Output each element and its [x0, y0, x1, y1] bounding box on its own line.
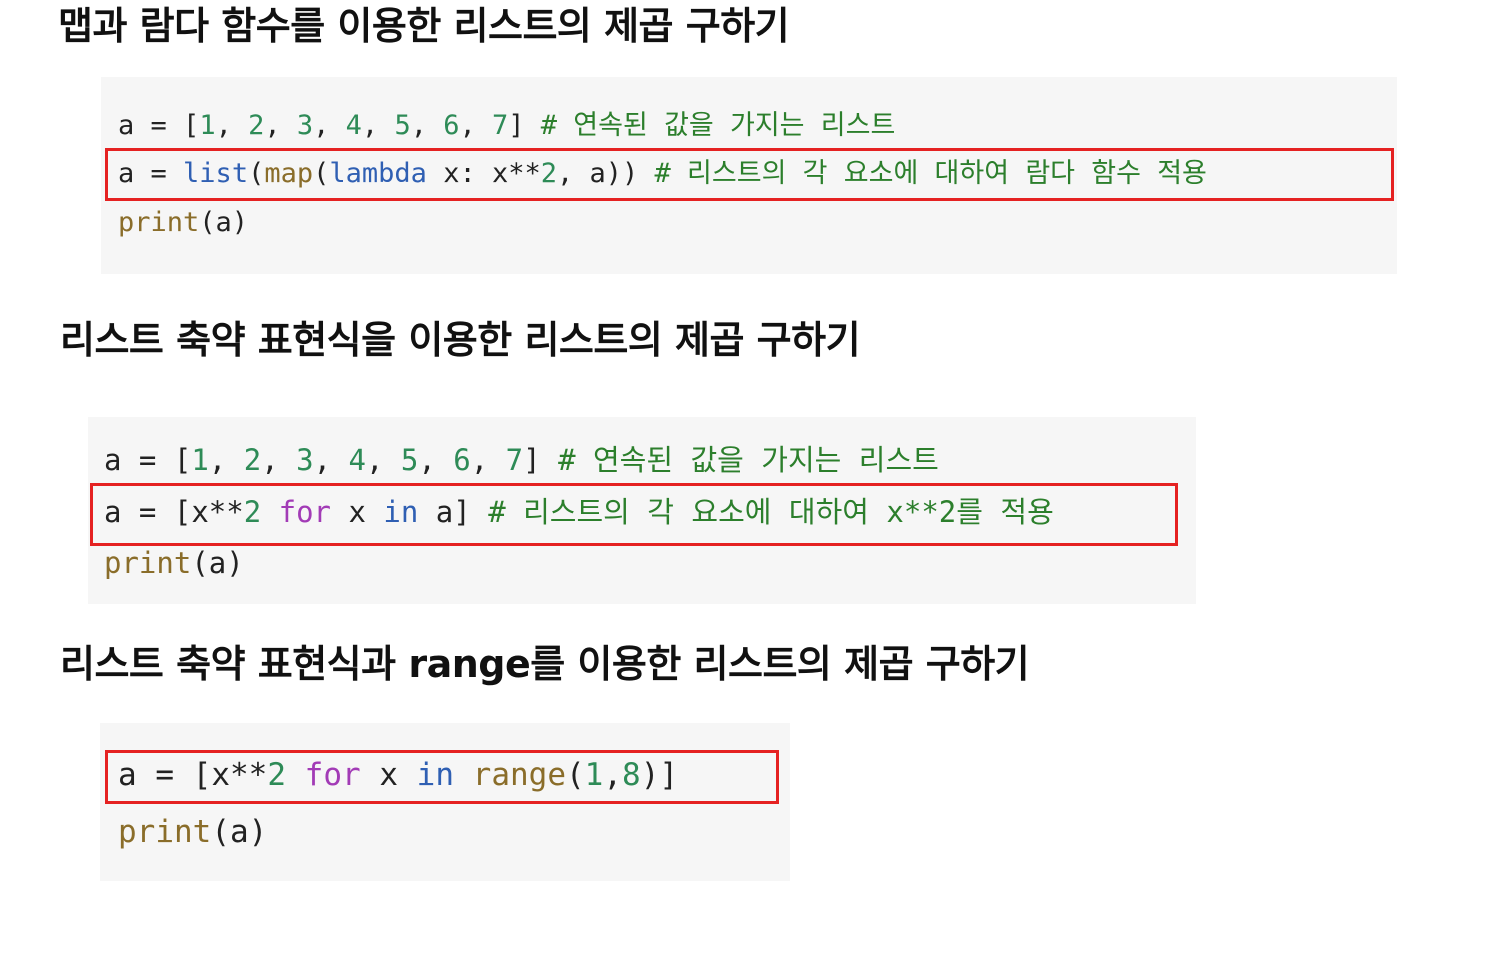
code-token-operator: =: [134, 110, 184, 141]
code-token-comment: # 리스트의 각 요소에 대하여 x**2를 적용: [488, 495, 1054, 529]
code-token-punctuation: ,: [261, 443, 297, 477]
code-token-punctuation: ,: [208, 443, 244, 477]
code-token-variable: a: [118, 757, 137, 793]
code-token-operator: =: [134, 158, 184, 189]
code-block-map-lambda: a = [1, 2, 3, 4, 5, 6, 7] # 연속된 값을 가지는 리…: [101, 77, 1397, 274]
code-token-variable: x: x**: [426, 158, 541, 189]
code-token-number: 8: [622, 757, 641, 793]
code-token-variable: , a)): [557, 158, 655, 189]
code-token-builtin: lambda: [329, 158, 427, 189]
code-token-print: print: [118, 207, 200, 238]
code-token-punctuation: (a): [211, 814, 268, 850]
code-token-variable: a: [104, 443, 122, 477]
code-token-builtin: in: [383, 495, 419, 529]
code-token-punctuation: ,: [470, 443, 506, 477]
code-token-punctuation: ,: [410, 110, 444, 141]
code-token-punctuation: [: [183, 110, 200, 141]
section-heading-map-lambda: 맵과 람다 함수를 이용한 리스트의 제곱 구하기: [58, 4, 790, 48]
code-token-punctuation: ]: [508, 110, 541, 141]
code-token-punctuation: ,: [418, 443, 454, 477]
code-line: print(a): [104, 549, 244, 578]
section-heading-list-comprehension: 리스트 축약 표현식을 이용한 리스트의 제곱 구하기: [60, 318, 861, 362]
code-token-number: 2: [540, 158, 557, 189]
code-line: print(a): [118, 209, 248, 236]
code-line: a = [1, 2, 3, 4, 5, 6, 7] # 연속된 값을 가지는 리…: [104, 446, 939, 475]
code-line: a = [1, 2, 3, 4, 5, 6, 7] # 연속된 값을 가지는 리…: [118, 112, 895, 139]
code-token-number: 7: [492, 110, 509, 141]
code-token-number: 6: [453, 443, 471, 477]
code-token-variable: a: [118, 158, 135, 189]
code-token-punctuation: ,: [264, 110, 297, 141]
code-token-operator: =: [136, 757, 193, 793]
code-token-punctuation: (: [248, 158, 265, 189]
code-token-variable: [x**: [173, 495, 244, 529]
code-token-variable: x: [331, 495, 384, 529]
code-token-comment: # 연속된 값을 가지는 리스트: [558, 443, 939, 477]
code-token-punctuation: ]: [523, 443, 559, 477]
code-token-variable: [261, 495, 278, 529]
code-token-punctuation: ,: [313, 110, 346, 141]
code-token-builtin: list: [183, 158, 249, 189]
code-token-variable: x: [360, 757, 417, 793]
code-token-punctuation: ,: [313, 443, 349, 477]
code-token-variable: [454, 757, 473, 793]
code-token-variable: a: [118, 110, 135, 141]
code-token-punctuation: ,: [459, 110, 492, 141]
code-token-variable: [286, 757, 305, 793]
code-token-comment: # 리스트의 각 요소에 대하여 람다 함수 적용: [654, 158, 1207, 189]
code-block-list-comprehension: a = [1, 2, 3, 4, 5, 6, 7] # 연속된 값을 가지는 리…: [88, 417, 1196, 604]
code-token-number: 6: [443, 110, 460, 141]
code-line: print(a): [118, 817, 267, 848]
code-token-number: 4: [348, 443, 366, 477]
code-token-punctuation: (: [313, 158, 330, 189]
code-token-punctuation: ,: [215, 110, 249, 141]
code-token-variable: a]: [418, 495, 489, 529]
code-token-variable: a: [104, 495, 122, 529]
code-token-number: 2: [243, 495, 262, 529]
code-token-keyword: for: [278, 495, 332, 529]
code-token-number: 5: [400, 443, 419, 477]
code-token-number: 2: [267, 757, 286, 793]
code-token-function: map: [264, 158, 314, 189]
code-token-number: 1: [199, 110, 216, 141]
code-token-punctuation: (a): [191, 546, 244, 580]
code-token-punctuation: ,: [361, 110, 395, 141]
code-token-punctuation: ,: [603, 757, 623, 793]
code-block-comprehension-range: a = [x**2 for x in range(1,8)] print(a): [100, 723, 790, 881]
code-token-variable: [x**: [192, 757, 268, 793]
code-token-number: 7: [505, 443, 524, 477]
code-token-number: 3: [296, 443, 314, 477]
code-token-function: range: [472, 757, 566, 793]
code-token-punctuation: ,: [365, 443, 401, 477]
code-token-punctuation: [: [173, 443, 192, 477]
code-line-highlighted: a = [x**2 for x in a] # 리스트의 각 요소에 대하여 x…: [104, 498, 1054, 527]
code-token-number: 1: [584, 757, 604, 793]
code-token-punctuation: )]: [640, 757, 679, 793]
code-token-keyword: for: [304, 757, 361, 793]
code-line-highlighted: a = [x**2 for x in range(1,8)]: [118, 760, 678, 791]
code-token-number: 3: [296, 110, 314, 141]
code-token-operator: =: [121, 495, 174, 529]
code-token-operator: =: [121, 443, 174, 477]
code-token-comment: # 연속된 값을 가지는 리스트: [540, 110, 896, 141]
code-token-number: 2: [243, 443, 262, 477]
code-token-punctuation: (: [566, 757, 585, 793]
code-line-highlighted: a = list(map(lambda x: x**2, a)) # 리스트의 …: [118, 160, 1207, 187]
code-token-print: print: [118, 814, 212, 850]
code-token-builtin: in: [416, 757, 454, 793]
code-token-print: print: [104, 546, 192, 580]
code-token-number: 1: [191, 443, 209, 477]
code-token-number: 4: [345, 110, 362, 141]
section-heading-comprehension-range: 리스트 축약 표현식과 range를 이용한 리스트의 제곱 구하기: [60, 642, 1030, 686]
code-token-punctuation: (a): [199, 207, 249, 238]
code-token-number: 5: [394, 110, 411, 141]
code-token-number: 2: [248, 110, 265, 141]
